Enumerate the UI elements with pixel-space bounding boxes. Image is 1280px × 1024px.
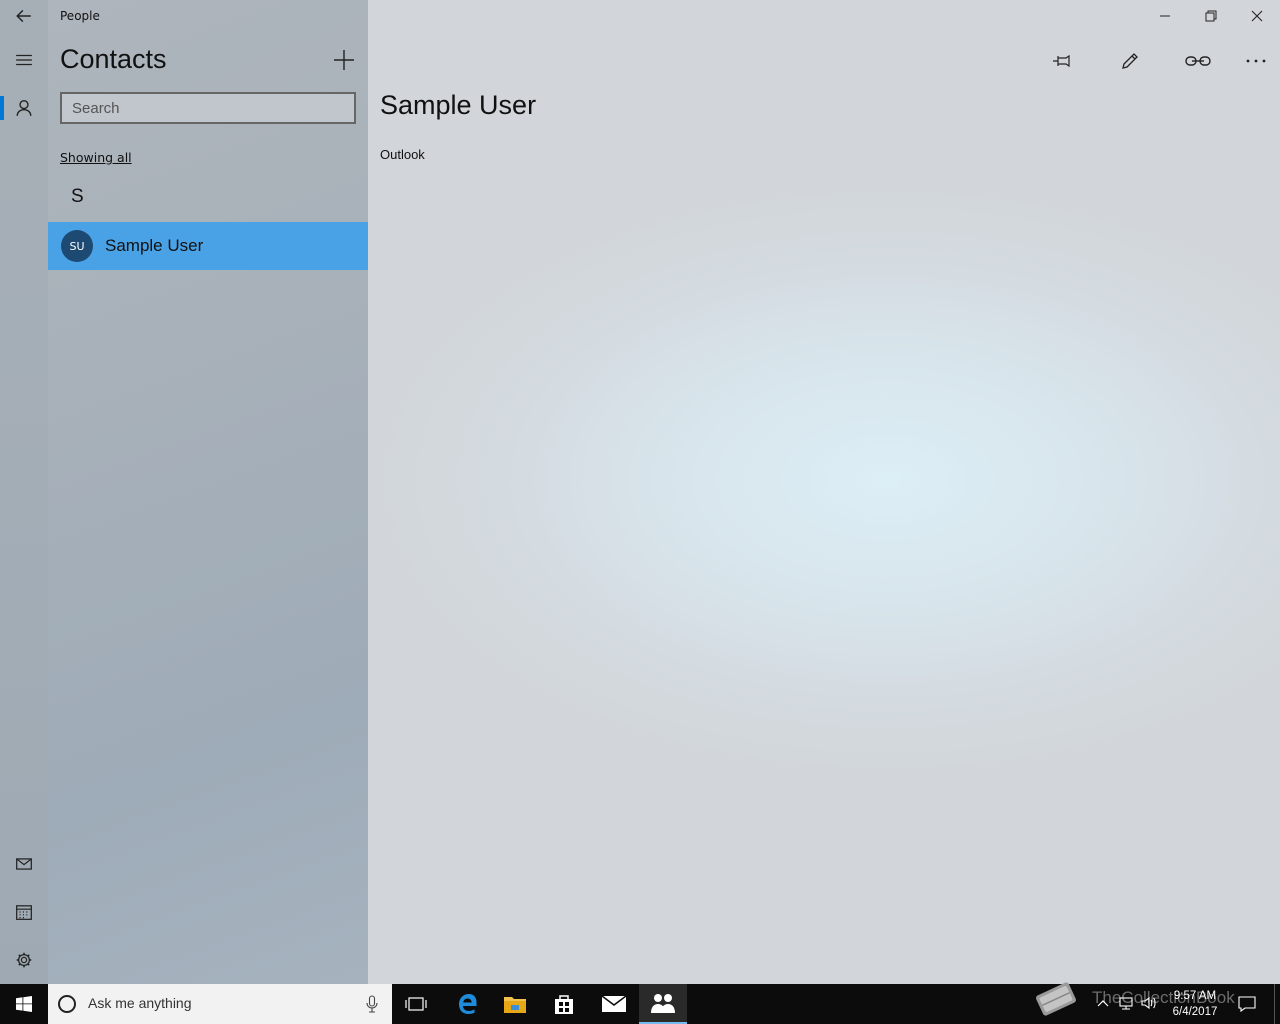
store-button[interactable] xyxy=(540,984,588,1024)
cortana-search-box[interactable]: Ask me anything xyxy=(48,984,392,1024)
nav-rail xyxy=(0,0,48,984)
pin-button[interactable] xyxy=(1042,44,1082,78)
contacts-list-pane xyxy=(48,0,368,984)
person-icon xyxy=(16,100,32,116)
contact-detail-pane xyxy=(368,0,1280,984)
microphone-icon[interactable] xyxy=(364,994,380,1014)
group-header-letter[interactable]: S xyxy=(71,186,84,208)
add-contact-button[interactable] xyxy=(330,46,358,74)
contact-source: Outlook xyxy=(380,147,425,162)
link-icon xyxy=(1185,56,1211,66)
gear-icon xyxy=(16,952,32,968)
contacts-nav-button[interactable] xyxy=(0,84,48,132)
link-contacts-button[interactable] xyxy=(1178,44,1218,78)
action-center-icon[interactable] xyxy=(1238,995,1256,1013)
restore-icon xyxy=(1205,10,1217,22)
edge-button[interactable] xyxy=(443,984,491,1024)
taskbar-clock[interactable]: 9:57 AM 6/4/2017 xyxy=(1164,988,1226,1020)
hamburger-menu-icon xyxy=(16,54,32,66)
cortana-icon xyxy=(58,995,76,1013)
book-logo-icon xyxy=(1036,982,1076,1016)
store-icon xyxy=(555,995,573,1014)
mail-nav-button[interactable] xyxy=(0,840,48,888)
avatar: SU xyxy=(61,230,93,262)
filter-link[interactable]: Showing all xyxy=(60,150,132,165)
calendar-icon xyxy=(16,905,32,920)
minimize-button[interactable] xyxy=(1142,0,1188,32)
edit-pencil-icon xyxy=(1122,53,1138,69)
edge-icon xyxy=(459,994,477,1014)
show-hidden-icons-chevron-icon[interactable] xyxy=(1096,996,1110,1010)
show-desktop-divider[interactable] xyxy=(1274,984,1275,1024)
restore-button[interactable] xyxy=(1188,0,1234,32)
close-button[interactable] xyxy=(1234,0,1280,32)
calendar-nav-button[interactable] xyxy=(0,888,48,936)
task-view-icon xyxy=(405,997,427,1011)
back-button[interactable] xyxy=(0,0,48,32)
taskbar: Ask me anything TheCollectionBook 9:57 A… xyxy=(0,982,1280,1024)
edit-button[interactable] xyxy=(1110,44,1150,78)
mail-icon xyxy=(601,995,627,1012)
pin-icon xyxy=(1053,54,1070,68)
people-icon xyxy=(651,994,675,1013)
search-input[interactable] xyxy=(60,92,356,124)
mail-taskbar-button[interactable] xyxy=(590,984,638,1024)
start-button[interactable] xyxy=(0,984,48,1024)
minimize-icon xyxy=(1160,15,1170,17)
contact-detail-name: Sample User xyxy=(380,90,537,120)
contacts-heading: Contacts xyxy=(60,44,167,74)
people-app-window: People Contacts Showing all S SU Sample … xyxy=(0,0,1280,984)
task-view-button[interactable] xyxy=(392,984,440,1024)
file-explorer-button[interactable] xyxy=(491,984,539,1024)
clock-date: 6/4/2017 xyxy=(1172,1006,1218,1018)
app-title: People xyxy=(60,9,100,23)
cortana-placeholder: Ask me anything xyxy=(88,995,192,1011)
windows-logo-icon xyxy=(16,996,32,1012)
network-icon[interactable] xyxy=(1118,995,1134,1011)
volume-icon[interactable] xyxy=(1140,995,1158,1011)
close-icon xyxy=(1251,10,1263,22)
file-explorer-icon xyxy=(504,997,526,1013)
settings-button[interactable] xyxy=(0,936,48,984)
hamburger-menu-button[interactable] xyxy=(0,36,48,84)
people-taskbar-button[interactable] xyxy=(639,984,687,1024)
plus-icon xyxy=(334,50,354,70)
contact-name: Sample User xyxy=(105,236,204,255)
clock-time: 9:57 AM xyxy=(1173,990,1217,1002)
more-options-icon xyxy=(1246,59,1266,63)
contact-list-item[interactable]: SU Sample User xyxy=(48,222,368,270)
mail-icon xyxy=(16,858,32,870)
more-options-button[interactable] xyxy=(1236,44,1276,78)
back-arrow-icon xyxy=(16,9,31,23)
